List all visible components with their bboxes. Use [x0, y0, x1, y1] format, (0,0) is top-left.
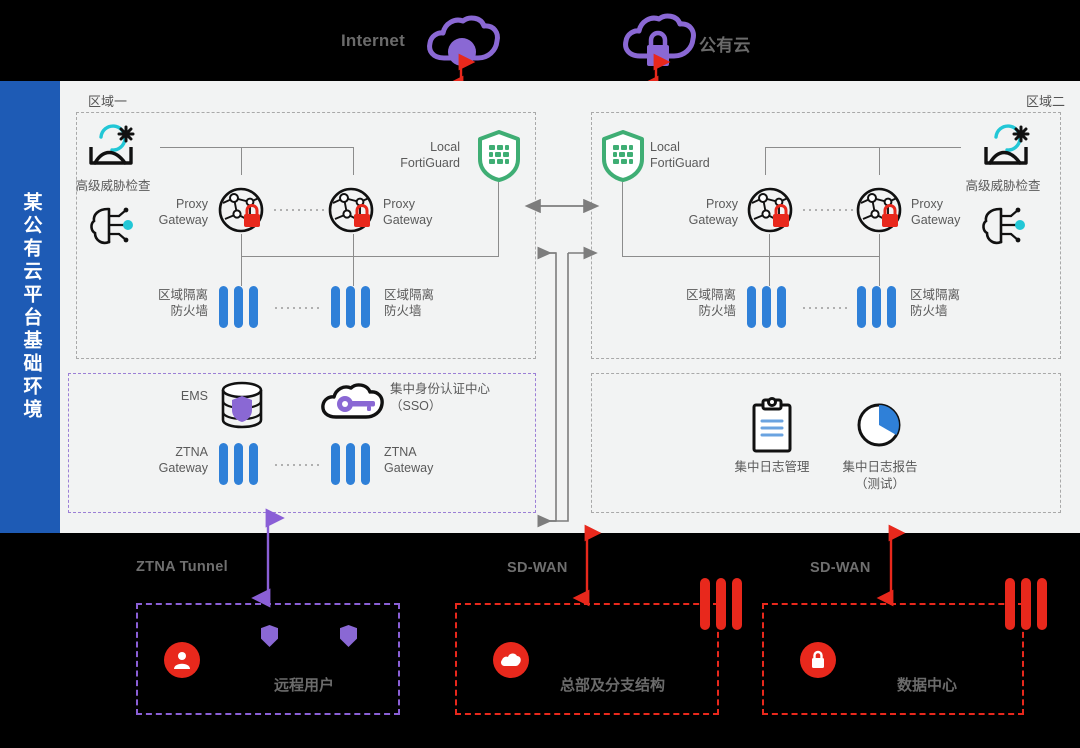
log-management-label: 集中日志管理	[734, 460, 810, 474]
zone-two-title: 区域二	[1025, 94, 1065, 109]
zone-two-threat-label: 高级威胁检查	[965, 179, 1041, 193]
internet-label: Internet	[341, 31, 405, 50]
zone-two-firewall-label-1: 区域隔离 防火墙	[685, 288, 736, 318]
zone-one-fw-drop-2	[353, 256, 354, 286]
ems-label: EMS	[180, 389, 208, 403]
zone-one-threat-label: 高级威胁检查	[75, 179, 151, 193]
ztna-tunnel-label: ZTNA Tunnel	[136, 559, 228, 575]
globe-lock-icon	[855, 186, 903, 234]
firewall-bars-icon	[1005, 578, 1047, 630]
site-remote-users-name: 远程用户	[274, 677, 335, 694]
lock-circle-icon	[800, 642, 836, 678]
logging-zone-box	[591, 373, 1061, 513]
sdwan-label-1: SD-WAN	[507, 560, 568, 576]
ai-brain-icon	[980, 205, 1028, 247]
zone-one-proxy-label-2: Proxy Gateway	[383, 197, 433, 227]
zone-one-top-bus	[160, 147, 354, 148]
zone-one-fw-link	[273, 307, 323, 309]
zone-two-firewall-label-2: 区域隔离 防火墙	[910, 288, 961, 318]
zone-two-bottom-rise-2	[879, 234, 880, 256]
clipboard-log-icon	[750, 397, 794, 453]
zone-two-bottom-rise-1	[769, 234, 770, 256]
firewall-bars-icon	[331, 286, 370, 328]
ztna-gateway-label-2: ZTNA Gateway	[384, 445, 434, 475]
zone-one-bottom-bus	[241, 256, 499, 257]
firewall-bars-icon	[331, 443, 370, 485]
sdwan-arrow-2	[876, 524, 906, 607]
sidebar-title-text: 某公有云平台基础环境	[20, 192, 42, 422]
firewall-bars-icon	[219, 286, 258, 328]
zone-two-top-drop-1	[765, 147, 766, 175]
zone-two-proxy-label-1: Proxy Gateway	[688, 197, 738, 227]
zone-two-fw-link	[801, 307, 851, 309]
zone-one-proxy-link	[272, 209, 324, 211]
site-hq-branches: 总部及分支结构	[455, 578, 742, 715]
public-cloud-label: 公有云	[699, 36, 751, 55]
zone-one-fg-drop	[498, 182, 499, 256]
user-circle-icon	[164, 642, 200, 678]
site-data-center-name: 数据中心	[897, 677, 958, 694]
inter-zone-connectors	[524, 191, 600, 528]
zone-one-bottom-rise-1	[241, 234, 242, 256]
shield-grid-icon	[601, 130, 645, 182]
ztna-tunnel-arrow	[251, 508, 285, 608]
diagram-root: Internet 公有云 某公有云平台基础环境 区域一 高级威胁检查 Proxy…	[0, 0, 1080, 748]
sidebar-platform-title: 某公有云平台基础环境	[0, 81, 60, 533]
shield-grid-icon	[477, 130, 521, 182]
sdwan-label-2: SD-WAN	[810, 560, 871, 576]
ztna-gateway-label-1: ZTNA Gateway	[158, 445, 208, 475]
firewall-bars-icon	[747, 286, 786, 328]
zone-two-top-bus	[765, 147, 961, 148]
zone-one-box	[76, 112, 536, 359]
firewall-bars-icon	[219, 443, 258, 485]
pie-chart-icon	[855, 401, 903, 449]
zone-two-proxy-label-2: Proxy Gateway	[911, 197, 961, 227]
site-hq-branches-name: 总部及分支结构	[560, 677, 666, 694]
log-report-label: 集中日志报告 （测试）	[842, 460, 918, 491]
ztna-link	[273, 464, 323, 466]
zone-two-bottom-bus	[622, 256, 880, 257]
zone-one-top-drop-2	[353, 147, 354, 175]
cloud-circle-icon	[493, 642, 529, 678]
zone-one-title: 区域一	[88, 94, 128, 109]
threat-sandbox-icon	[85, 124, 141, 173]
firewall-bars-icon	[700, 578, 742, 630]
sso-label: 集中身份认证中心 （SSO）	[390, 382, 491, 413]
globe-lock-icon	[746, 186, 794, 234]
firewall-bars-icon	[857, 286, 896, 328]
zone-one-fw-drop-1	[241, 256, 242, 286]
zone-two-top-drop-2	[879, 147, 880, 175]
zone-two-fw-drop-2	[879, 256, 880, 286]
ai-brain-icon	[88, 205, 136, 247]
zone-two-fg-drop	[622, 182, 623, 256]
zone-one-firewall-label-1: 区域隔离 防火墙	[157, 288, 208, 318]
site-data-center: 数据中心	[762, 578, 1047, 715]
threat-sandbox-icon	[980, 124, 1036, 173]
zone-one-top-drop-1	[241, 147, 242, 175]
zone-two-proxy-link	[801, 209, 853, 211]
site-remote-users: 远程用户	[136, 603, 400, 715]
globe-lock-icon	[217, 186, 265, 234]
zone-one-proxy-label-1: Proxy Gateway	[158, 197, 208, 227]
globe-lock-icon	[327, 186, 375, 234]
sdwan-arrow-1	[572, 524, 602, 607]
platform-area: 某公有云平台基础环境 区域一 高级威胁检查 Proxy Gateway Prox…	[0, 81, 1080, 533]
database-shield-icon	[219, 381, 265, 431]
cloud-key-icon	[320, 383, 386, 423]
zone-one-bottom-rise-2	[353, 234, 354, 256]
zone-one-fortiguard-label: Local FortiGuard	[400, 140, 460, 170]
zone-two-fortiguard-label: Local FortiGuard	[650, 140, 710, 170]
zone-one-firewall-label-2: 区域隔离 防火墙	[384, 288, 435, 318]
zone-two-fw-drop-1	[769, 256, 770, 286]
